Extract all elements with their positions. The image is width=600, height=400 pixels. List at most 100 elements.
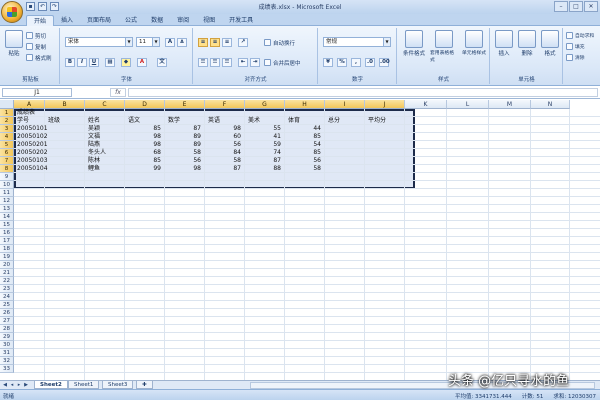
percent-button[interactable]: %: [337, 58, 347, 67]
next-sheet-icon[interactable]: ▸: [16, 382, 22, 388]
cell[interactable]: 吴颖: [88, 125, 100, 133]
maximize-button[interactable]: □: [569, 1, 583, 12]
cell[interactable]: 体育: [288, 117, 300, 125]
cell[interactable]: 88: [245, 165, 281, 173]
cell[interactable]: 85: [125, 125, 161, 133]
align-center-button[interactable]: ☰: [210, 58, 220, 67]
cell[interactable]: 总分: [328, 117, 340, 125]
clear-button[interactable]: 清除: [566, 53, 585, 62]
cell[interactable]: 98: [205, 125, 241, 133]
insert-function-icon[interactable]: fx: [110, 88, 126, 97]
tab-6[interactable]: 视图: [196, 15, 222, 26]
wrap-text-button[interactable]: 自动换行: [264, 38, 295, 47]
align-top-button[interactable]: ≡: [198, 38, 208, 47]
decrease-decimal-button[interactable]: .00: [379, 58, 390, 67]
office-button[interactable]: [1, 1, 23, 23]
cell[interactable]: 班级: [48, 117, 60, 125]
row-header-1[interactable]: 1: [0, 109, 14, 117]
name-box[interactable]: J1: [2, 88, 72, 97]
select-all-corner[interactable]: [0, 100, 14, 109]
number-format-select[interactable]: 常规 ▼: [323, 37, 391, 47]
autosum-button[interactable]: 自动求和: [566, 31, 594, 40]
cell[interactable]: 98: [165, 165, 201, 173]
cell[interactable]: 55: [245, 125, 281, 133]
tab-2[interactable]: 页面布局: [80, 15, 118, 26]
row-header-15[interactable]: 15: [0, 221, 14, 229]
cell[interactable]: 陈林: [88, 157, 100, 165]
row-header-29[interactable]: 29: [0, 333, 14, 341]
column-header-c[interactable]: C: [85, 100, 125, 109]
cell[interactable]: 文福: [88, 133, 100, 141]
cell[interactable]: 鲤鱼: [88, 165, 100, 173]
column-header-j[interactable]: J: [365, 100, 405, 109]
column-header-n[interactable]: N: [531, 100, 570, 109]
row-header-20[interactable]: 20: [0, 261, 14, 269]
tab-1[interactable]: 插入: [54, 15, 80, 26]
cell[interactable]: 89: [165, 133, 201, 141]
row-header-17[interactable]: 17: [0, 237, 14, 245]
cell[interactable]: 99: [125, 165, 161, 173]
row-header-18[interactable]: 18: [0, 245, 14, 253]
currency-button[interactable]: ¥: [323, 58, 333, 67]
font-color-button[interactable]: A: [137, 58, 147, 67]
column-header-a[interactable]: A: [14, 100, 45, 109]
tab-5[interactable]: 审阅: [170, 15, 196, 26]
column-header-i[interactable]: I: [325, 100, 365, 109]
insert-cells-button[interactable]: 插入: [493, 30, 515, 57]
column-header-f[interactable]: F: [205, 100, 245, 109]
row-header-30[interactable]: 30: [0, 341, 14, 349]
merge-center-button[interactable]: 合并后居中: [264, 58, 301, 67]
cell[interactable]: 姓名: [88, 117, 100, 125]
row-header-12[interactable]: 12: [0, 197, 14, 205]
row-header-11[interactable]: 11: [0, 189, 14, 197]
cell[interactable]: 英语: [208, 117, 220, 125]
cell[interactable]: 语文: [128, 117, 140, 125]
cell[interactable]: 数学: [168, 117, 180, 125]
worksheet-grid[interactable]: A B C D E F G H I J K L M N 1 2 3 4 5 6 7 8 9 10 11 12 13 14 15 16 17 1…: [0, 100, 600, 380]
cell[interactable]: 56: [165, 157, 201, 165]
align-left-button[interactable]: ☰: [198, 58, 208, 67]
cell[interactable]: 58: [165, 149, 201, 157]
column-header-g[interactable]: G: [245, 100, 285, 109]
delete-cells-button[interactable]: 删除: [516, 30, 538, 57]
cell[interactable]: 56: [285, 157, 321, 165]
cell[interactable]: 68: [125, 149, 161, 157]
cell[interactable]: 87: [205, 165, 241, 173]
cell[interactable]: 74: [245, 149, 281, 157]
cell[interactable]: 84: [205, 149, 241, 157]
row-header-4[interactable]: 4: [0, 133, 14, 141]
font-size-select[interactable]: 11 ▼: [136, 37, 160, 47]
cell[interactable]: 成绩表: [17, 109, 35, 117]
cell[interactable]: 87: [165, 125, 201, 133]
column-header-b[interactable]: B: [45, 100, 85, 109]
align-bottom-button[interactable]: ≡: [222, 38, 232, 47]
format-cells-button[interactable]: 格式: [539, 30, 561, 57]
cell[interactable]: 20050202: [17, 149, 48, 157]
row-header-19[interactable]: 19: [0, 253, 14, 261]
cell[interactable]: 陆燕: [88, 141, 100, 149]
row-header-13[interactable]: 13: [0, 205, 14, 213]
tab-4[interactable]: 数据: [144, 15, 170, 26]
format-painter-button[interactable]: 格式刷: [26, 53, 52, 62]
column-header-k[interactable]: K: [405, 100, 447, 109]
cell[interactable]: 85: [285, 133, 321, 141]
sheet-tab-0[interactable]: Sheet2: [34, 381, 68, 389]
fill-button[interactable]: 填充: [566, 42, 585, 51]
cell[interactable]: 56: [205, 141, 241, 149]
phonetic-button[interactable]: 文: [157, 58, 167, 67]
row-header-26[interactable]: 26: [0, 309, 14, 317]
row-header-31[interactable]: 31: [0, 349, 14, 357]
cell[interactable]: 87: [245, 157, 281, 165]
cell[interactable]: 58: [285, 165, 321, 173]
row-header-3[interactable]: 3: [0, 125, 14, 133]
row-header-9[interactable]: 9: [0, 173, 14, 181]
sheet-tab-1[interactable]: Sheet1: [68, 381, 100, 389]
cell[interactable]: 20050102: [17, 133, 48, 141]
insert-sheet-icon[interactable]: ✚: [136, 381, 153, 389]
prev-sheet-icon[interactable]: ◂: [9, 382, 15, 388]
cut-button[interactable]: 剪切: [26, 31, 46, 40]
cell[interactable]: 44: [285, 125, 321, 133]
table-format-button[interactable]: 套用表格格式: [430, 30, 458, 63]
tab-0[interactable]: 开始: [26, 15, 55, 26]
row-header-21[interactable]: 21: [0, 269, 14, 277]
